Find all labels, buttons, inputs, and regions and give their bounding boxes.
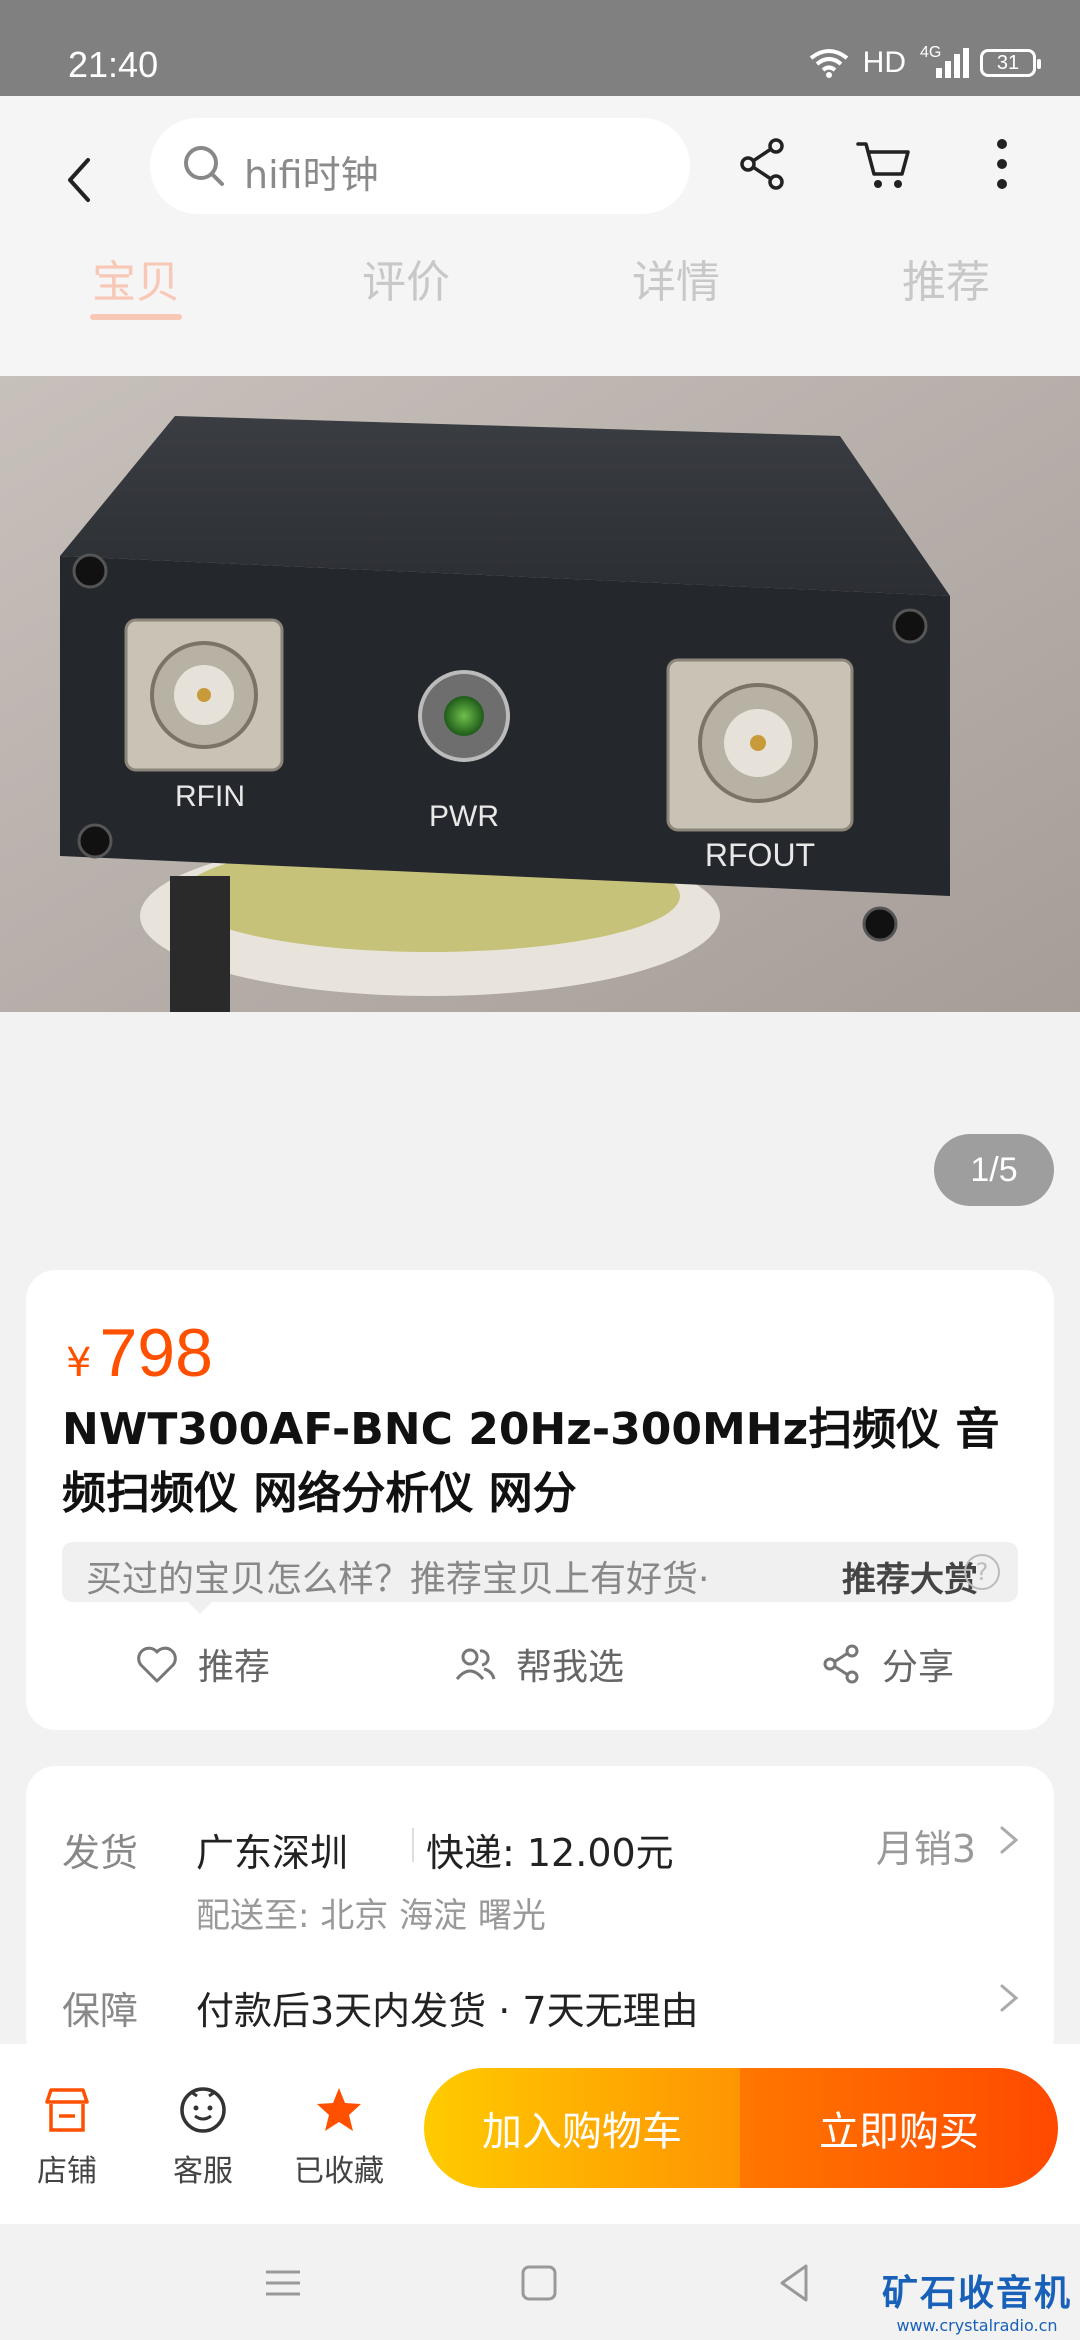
tab-active-indicator [90, 314, 182, 320]
promo-highlight: 推荐大赏 [842, 1560, 978, 1600]
guarantee-label: 保障 [62, 1989, 139, 2033]
service-label: 客服 [173, 2154, 233, 2189]
cart-icon[interactable] [854, 134, 914, 194]
recommend-label: 推荐 [198, 1647, 271, 1688]
favorite-button[interactable]: 已收藏 [284, 2084, 394, 2190]
label-rfout: RFOUT [705, 837, 815, 873]
network-type: 4G [920, 44, 942, 61]
label-pwr: PWR [429, 800, 499, 833]
chevron-right-icon[interactable] [994, 1978, 1024, 2018]
search-text: hifi时钟 [244, 153, 379, 197]
heart-icon [137, 1646, 177, 1683]
price-card: ¥ 798 NWT300AF-BNC 20Hz-300MHz扫频仪 音频扫频仪 … [26, 1270, 1054, 1730]
price-value: 798 [99, 1315, 213, 1391]
back-icon[interactable] [54, 140, 104, 220]
store-button[interactable]: 店铺 [12, 2084, 122, 2190]
buy-now-button[interactable]: 立即购买 [740, 2068, 1058, 2188]
header: hifi时钟 宝贝 评价 详情 推荐 [0, 96, 1080, 376]
store-icon [45, 2088, 89, 2132]
hd-indicator: HD [862, 46, 906, 79]
help-icon[interactable]: ? [964, 1554, 1000, 1590]
favorited-label: 已收藏 [294, 2154, 384, 2189]
action-row: 推荐 帮我选 分享 [26, 1630, 1054, 1710]
menu-icon[interactable] [258, 2258, 308, 2308]
promo-text: 买过的宝贝怎么样？推荐宝贝上有好货· [86, 1559, 710, 1600]
search-icon [184, 146, 224, 186]
tab-bar: 宝贝 评价 详情 推荐 [0, 246, 1080, 356]
people-icon [455, 1648, 496, 1680]
product-photo-illustration: RFIN PWR RFOUT [0, 376, 1080, 1012]
battery-icon: 31 [980, 49, 1041, 77]
battery-level: 31 [996, 51, 1020, 74]
help-choose-label: 帮我选 [516, 1647, 625, 1688]
customer-service-button[interactable]: 客服 [148, 2084, 258, 2190]
ship-origin: 广东深圳 [196, 1831, 349, 1875]
share-action-button[interactable]: 分享 [818, 1638, 954, 1690]
status-time: 21:40 [68, 44, 159, 85]
tab-recommend[interactable]: 推荐 [846, 246, 1046, 310]
chevron-right-icon[interactable] [994, 1820, 1024, 1860]
watermark-url: www.crystalradio.cn [896, 2316, 1058, 2335]
price: ¥ 798 [66, 1314, 213, 1392]
label-rfin: RFIN [175, 780, 245, 813]
share-icon[interactable] [732, 134, 792, 194]
tab-baobei[interactable]: 宝贝 [36, 246, 236, 310]
tab-details[interactable]: 详情 [576, 246, 776, 310]
monthly-sales: 月销3 [875, 1827, 976, 1871]
promo-pointer [186, 1600, 214, 1614]
watermark-logo: 矿石收音机 www.crystalradio.cn [882, 2264, 1072, 2335]
status-icons: HD 4G 31 [809, 44, 1041, 80]
tab-reviews[interactable]: 评价 [306, 246, 506, 310]
image-pager: 1/5 [934, 1134, 1054, 1206]
purchase-buttons: 加入购物车 立即购买 [424, 2068, 1058, 2188]
promo-banner[interactable]: 买过的宝贝怎么样？推荐宝贝上有好货· 推荐大赏 ? [62, 1542, 1018, 1602]
delivery-to[interactable]: 配送至: 北京 海淀 曙光 [196, 1888, 546, 1937]
guarantee-text: 付款后3天内发货 · 7天无理由 [196, 1989, 699, 2033]
shipping-card: 发货 广东深圳 快递: 12.00元 月销3 配送至: 北京 海淀 曙光 保障 … [26, 1766, 1054, 2066]
bottom-action-bar: 店铺 客服 已收藏 加入购物车 立即购买 [0, 2044, 1080, 2224]
share-icon [823, 1644, 859, 1684]
product-image[interactable]: RFIN PWR RFOUT [0, 376, 1080, 1012]
more-icon[interactable] [972, 134, 1032, 194]
share-label: 分享 [882, 1647, 955, 1688]
store-label: 店铺 [37, 2154, 97, 2189]
star-icon [317, 2088, 361, 2131]
product-title[interactable]: NWT300AF-BNC 20Hz-300MHz扫频仪 音频扫频仪 网络分析仪 … [62, 1398, 1022, 1526]
wifi-icon [809, 49, 848, 78]
home-icon[interactable] [514, 2258, 564, 2308]
system-nav-bar: 矿石收音机 www.crystalradio.cn [0, 2224, 1080, 2340]
ship-label: 发货 [62, 1831, 139, 1875]
recommend-button[interactable]: 推荐 [134, 1638, 270, 1690]
express-fee: 快递: 12.00元 [426, 1831, 674, 1875]
help-choose-button[interactable]: 帮我选 [452, 1638, 624, 1690]
signal-icon: 4G [920, 44, 969, 78]
status-bar: 21:40 HD 4G 31 [0, 0, 1080, 96]
add-to-cart-button[interactable]: 加入购物车 [424, 2068, 740, 2188]
service-icon [180, 2087, 226, 2133]
watermark-text: 矿石收音机 [881, 2273, 1072, 2314]
back-nav-icon[interactable] [770, 2258, 820, 2308]
price-currency: ¥ [66, 1340, 92, 1386]
search-bar[interactable]: hifi时钟 [150, 118, 690, 214]
divider [412, 1828, 414, 1862]
